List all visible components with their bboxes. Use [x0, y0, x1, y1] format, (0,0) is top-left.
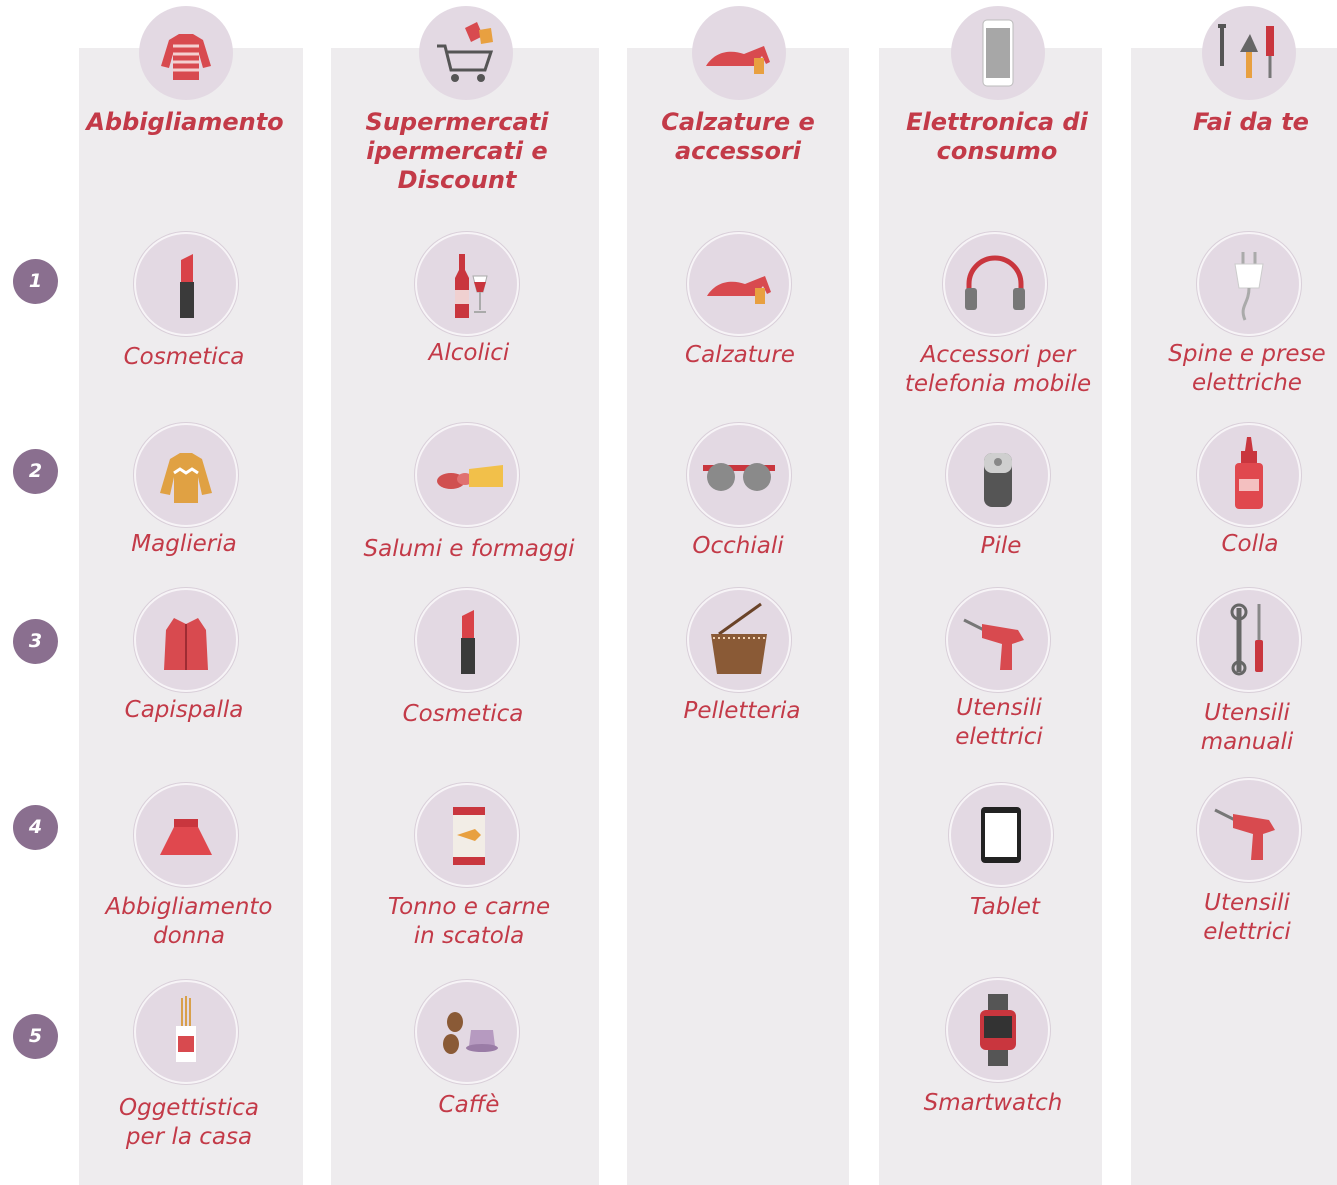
salami-cheese-icon — [415, 423, 519, 527]
smartwatch-icon — [946, 978, 1050, 1082]
coat-icon — [134, 588, 238, 692]
rank-badge-2: 2 — [13, 449, 58, 494]
rank-badge-1: 1 — [13, 259, 58, 304]
sweater-icon — [134, 423, 238, 527]
glue-icon — [1197, 423, 1301, 527]
coffee-icon — [415, 980, 519, 1084]
lipstick-icon — [415, 588, 519, 692]
bag-icon — [687, 588, 791, 692]
shopping-cart-icon — [419, 6, 513, 100]
sweater-icon — [139, 6, 233, 100]
item-label: Oggettistica per la casa — [118, 1095, 259, 1150]
item-label: Utensili elettrici — [955, 695, 1043, 750]
shoe-icon — [687, 232, 791, 336]
wine-icon — [415, 232, 519, 336]
item-label: Occhiali — [692, 533, 784, 559]
item-label: Accessori per telefonia mobile — [904, 342, 1092, 397]
column-title: Supermercati ipermercati e Discount — [365, 108, 549, 194]
item-label: Abbigliamento donna — [105, 894, 273, 949]
column-title: Elettronica di consumo — [906, 108, 1088, 165]
plug-icon — [1197, 232, 1301, 336]
item-label: Utensili manuali — [1200, 700, 1294, 755]
item-label: Smartwatch — [923, 1090, 1063, 1116]
column-title: Fai da te — [1193, 108, 1309, 136]
diffuser-icon — [134, 980, 238, 1084]
item-label: Calzature — [685, 342, 795, 368]
rank-badge-3: 3 — [13, 619, 58, 664]
drill-icon — [946, 588, 1050, 692]
item-label: Cosmetica — [123, 344, 245, 370]
tablet-icon — [949, 783, 1053, 887]
item-label: Cosmetica — [402, 701, 524, 727]
tools-icon — [1202, 6, 1296, 100]
battery-icon — [946, 423, 1050, 527]
item-label: Colla — [1221, 531, 1279, 557]
screwdriver-wrench-icon — [1197, 588, 1301, 692]
item-label: Pelletteria — [683, 698, 801, 724]
rank-badge-4: 4 — [13, 805, 58, 850]
item-label: Tonno e carne in scatola — [387, 894, 551, 949]
item-label: Salumi e formaggi — [363, 536, 575, 562]
rank-badge-5: 5 — [13, 1014, 58, 1059]
drill-icon — [1197, 778, 1301, 882]
column-title: Abbigliamento — [86, 108, 284, 136]
canned-fish-icon — [415, 783, 519, 887]
item-label: Maglieria — [131, 531, 237, 557]
skirt-icon — [134, 783, 238, 887]
item-label: Pile — [980, 533, 1022, 559]
item-label: Tablet — [970, 894, 1040, 920]
item-label: Alcolici — [428, 340, 510, 366]
item-label: Utensili elettrici — [1203, 890, 1291, 945]
item-label: Capispalla — [124, 697, 244, 723]
column-title: Calzature e accessori — [661, 108, 815, 165]
headphones-icon — [943, 232, 1047, 336]
lipstick-icon — [134, 232, 238, 336]
item-label: Caffè — [438, 1092, 500, 1118]
smartphone-icon — [951, 6, 1045, 100]
glasses-icon — [687, 423, 791, 527]
item-label: Spine e prese elettriche — [1168, 341, 1326, 396]
shoe-icon — [692, 6, 786, 100]
